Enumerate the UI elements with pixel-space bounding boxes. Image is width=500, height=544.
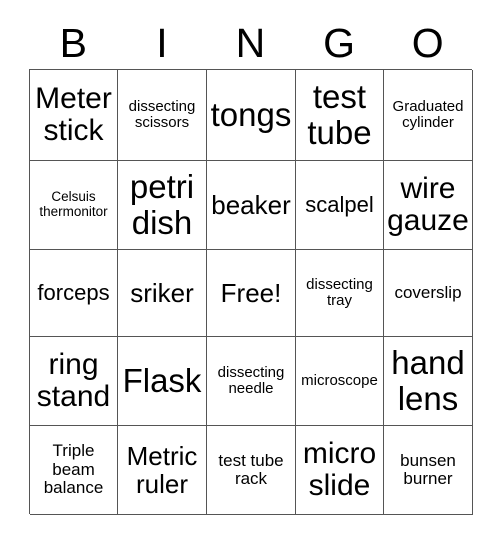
bingo-cell[interactable]: tongs — [207, 70, 296, 161]
bingo-cell-label: Flask — [122, 362, 202, 400]
bingo-cell-label: microscope — [301, 371, 378, 389]
bingo-cell[interactable]: Flask — [118, 337, 207, 426]
bingo-cell[interactable]: Triple beam balance — [30, 426, 118, 515]
bingo-cell-label: micro slide — [302, 436, 377, 502]
bingo-cell-label: test tube — [307, 78, 372, 151]
bingo-cell[interactable]: test tube — [296, 70, 384, 161]
bingo-cell-label: Graduated cylinder — [392, 97, 464, 131]
bingo-cell-label: wire gauze — [387, 171, 469, 237]
bingo-header-letter-g: G — [323, 20, 356, 66]
bingo-cell-label: beaker — [211, 189, 291, 220]
bingo-cell[interactable]: beaker — [207, 161, 296, 250]
bingo-cell[interactable]: Graduated cylinder — [384, 70, 473, 161]
bingo-cell[interactable]: sriker — [118, 250, 207, 337]
bingo-cell-label: sriker — [130, 277, 194, 308]
bingo-header-letter-i: I — [156, 20, 168, 66]
bingo-cell-label: test tube rack — [218, 450, 284, 488]
bingo-header-letter-o: O — [411, 20, 444, 66]
bingo-cell[interactable]: dissecting tray — [296, 250, 384, 337]
bingo-cell[interactable]: dissecting needle — [207, 337, 296, 426]
bingo-header-row: B I N G O — [29, 18, 472, 69]
bingo-cell[interactable]: forceps — [30, 250, 118, 337]
bingo-cell-label: dissecting tray — [306, 275, 373, 309]
bingo-cell-label: petri dish — [129, 168, 195, 241]
bingo-cell[interactable]: dissecting scissors — [118, 70, 207, 161]
bingo-cell[interactable]: petri dish — [118, 161, 207, 250]
bingo-header-letter-b: B — [59, 20, 87, 66]
bingo-cell-label: dissecting scissors — [128, 97, 196, 131]
bingo-cell[interactable]: test tube rack — [207, 426, 296, 515]
bingo-header-letter-n: N — [235, 20, 266, 66]
bingo-cell-label: bunsen burner — [400, 450, 456, 488]
bingo-cell-label: tongs — [210, 96, 292, 134]
bingo-cell[interactable]: ring stand — [30, 337, 118, 426]
bingo-cell[interactable]: Celsuis thermonitor — [30, 161, 118, 250]
bingo-cell-label: Meter stick — [35, 81, 112, 147]
bingo-cell-label: hand lens — [391, 344, 465, 417]
bingo-cell[interactable]: bunsen burner — [384, 426, 473, 515]
bingo-cell-label: ring stand — [36, 347, 111, 413]
bingo-cell[interactable]: coverslip — [384, 250, 473, 337]
bingo-cell-label: Metric ruler — [126, 440, 198, 499]
bingo-free-space-label: Free! — [220, 277, 282, 308]
bingo-cell-label: dissecting needle — [217, 363, 285, 397]
bingo-cell-label: scalpel — [305, 192, 374, 218]
bingo-cell-label: Triple beam balance — [43, 441, 104, 498]
bingo-cell[interactable]: micro slide — [296, 426, 384, 515]
bingo-card: B I N G O Meter stick dissecting scissor… — [0, 0, 500, 544]
bingo-cell[interactable]: scalpel — [296, 161, 384, 250]
bingo-cell[interactable]: hand lens — [384, 337, 473, 426]
bingo-cell[interactable]: Metric ruler — [118, 426, 207, 515]
bingo-grid: Meter stick dissecting scissors tongs te… — [29, 69, 473, 515]
bingo-free-space[interactable]: Free! — [207, 250, 296, 337]
bingo-cell-label: forceps — [37, 280, 110, 306]
bingo-cell[interactable]: Meter stick — [30, 70, 118, 161]
bingo-cell-label: coverslip — [394, 282, 462, 302]
bingo-cell[interactable]: wire gauze — [384, 161, 473, 250]
bingo-cell[interactable]: microscope — [296, 337, 384, 426]
bingo-cell-label: Celsuis thermonitor — [39, 189, 108, 219]
